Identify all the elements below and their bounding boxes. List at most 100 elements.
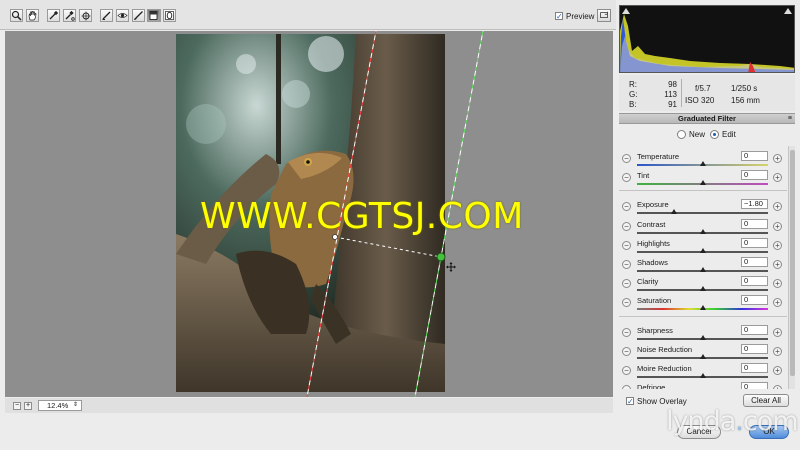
zoom-tool[interactable] bbox=[10, 9, 23, 22]
exposure-slider-thumb[interactable] bbox=[670, 209, 677, 214]
radial-filter-tool[interactable] bbox=[163, 9, 176, 22]
moire-reduction-slider-track[interactable] bbox=[637, 373, 768, 378]
clarity-minus-icon[interactable]: − bbox=[622, 279, 631, 288]
noise-reduction-plus-icon[interactable]: + bbox=[773, 347, 782, 356]
shadows-value-field[interactable]: 0 bbox=[741, 257, 768, 267]
highlights-minus-icon[interactable]: − bbox=[622, 241, 631, 250]
noise-reduction-slider-track[interactable] bbox=[637, 354, 768, 359]
defringe-plus-icon[interactable]: + bbox=[773, 385, 782, 389]
clarity-value-field[interactable]: 0 bbox=[741, 276, 768, 286]
rgb-exif-readout: R: 98 G: 113 B: 91 f/5.7 1/250 s ISO 320 15… bbox=[619, 75, 795, 111]
clarity-slider-track[interactable] bbox=[637, 286, 768, 291]
moire-reduction-plus-icon[interactable]: + bbox=[773, 366, 782, 375]
focal-length-value: 156 mm bbox=[731, 96, 760, 105]
shadows-slider-track[interactable] bbox=[637, 267, 768, 272]
saturation-value-field[interactable]: 0 bbox=[741, 295, 768, 305]
contrast-slider-thumb[interactable] bbox=[699, 229, 706, 234]
zoom-out-button[interactable]: − bbox=[13, 402, 21, 410]
color-sampler-icon bbox=[65, 10, 75, 21]
zoom-icon bbox=[11, 10, 22, 21]
saturation-plus-icon[interactable]: + bbox=[773, 298, 782, 307]
highlights-slider-thumb[interactable] bbox=[699, 248, 706, 253]
highlights-slider-track[interactable] bbox=[637, 248, 768, 253]
tint-slider-track[interactable] bbox=[637, 180, 768, 185]
color-sampler-tool[interactable] bbox=[63, 9, 76, 22]
hand-tool[interactable] bbox=[26, 9, 39, 22]
g-value: 113 bbox=[664, 90, 677, 99]
move-cursor-icon bbox=[446, 262, 456, 272]
exposure-value-field[interactable]: −1.80 bbox=[741, 199, 768, 209]
temperature-slider-track[interactable] bbox=[637, 161, 768, 166]
sharpness-plus-icon[interactable]: + bbox=[773, 328, 782, 337]
mode-selector: New Edit bbox=[619, 126, 795, 144]
aperture-value: f/5.7 bbox=[695, 84, 711, 93]
sharpness-slider-thumb[interactable] bbox=[699, 335, 706, 340]
tint-slider-thumb[interactable] bbox=[699, 180, 706, 185]
sharpness-slider-track[interactable] bbox=[637, 335, 768, 340]
mode-new-radio[interactable] bbox=[677, 130, 686, 139]
highlights-value-field[interactable]: 0 bbox=[741, 238, 768, 248]
temperature-minus-icon[interactable]: − bbox=[622, 154, 631, 163]
panel-menu-icon[interactable]: ≡ bbox=[788, 114, 792, 123]
tint-plus-icon[interactable]: + bbox=[773, 173, 782, 182]
saturation-minus-icon[interactable]: − bbox=[622, 298, 631, 307]
straighten-tool[interactable] bbox=[100, 9, 113, 22]
adjustment-brush-tool[interactable] bbox=[132, 9, 145, 22]
temperature-value-field[interactable]: 0 bbox=[741, 151, 768, 161]
temperature-plus-icon[interactable]: + bbox=[773, 154, 782, 163]
shadows-plus-icon[interactable]: + bbox=[773, 260, 782, 269]
white-balance-tool[interactable] bbox=[47, 9, 60, 22]
shadows-minus-icon[interactable]: − bbox=[622, 260, 631, 269]
exposure-slider-track[interactable] bbox=[637, 209, 768, 214]
slider-row-tint: − Tint 0 + bbox=[619, 169, 787, 188]
moire-reduction-slider-thumb[interactable] bbox=[699, 373, 706, 378]
noise-reduction-minus-icon[interactable]: − bbox=[622, 347, 631, 356]
temperature-slider-thumb[interactable] bbox=[699, 161, 706, 166]
contrast-plus-icon[interactable]: + bbox=[773, 222, 782, 231]
sharpness-value-field[interactable]: 0 bbox=[741, 325, 768, 335]
section-divider bbox=[619, 190, 787, 191]
fullscreen-button[interactable] bbox=[597, 9, 611, 22]
lynda-logo-tail: com bbox=[742, 406, 799, 437]
slider-row-moire-reduction: − Moire Reduction 0 + bbox=[619, 362, 787, 381]
contrast-slider-track[interactable] bbox=[637, 229, 768, 234]
filter-green-pin[interactable] bbox=[436, 252, 446, 262]
white-balance-icon bbox=[49, 10, 59, 20]
tint-value-field[interactable]: 0 bbox=[741, 170, 768, 180]
hand-icon bbox=[28, 11, 37, 21]
red-eye-tool[interactable] bbox=[116, 9, 129, 22]
defringe-value-field[interactable]: 0 bbox=[741, 382, 768, 389]
targeted-adjustment-tool[interactable] bbox=[79, 9, 92, 22]
clarity-plus-icon[interactable]: + bbox=[773, 279, 782, 288]
graduated-filter-tool[interactable] bbox=[147, 9, 160, 22]
tint-minus-icon[interactable]: − bbox=[622, 173, 631, 182]
panel-title-text: Graduated Filter bbox=[678, 114, 736, 123]
clarity-slider-thumb[interactable] bbox=[699, 286, 706, 291]
panel-scrollbar[interactable] bbox=[788, 146, 795, 389]
highlight-clipping-warning-icon[interactable] bbox=[784, 8, 792, 14]
highlights-plus-icon[interactable]: + bbox=[773, 241, 782, 250]
shadow-clipping-warning-icon[interactable] bbox=[622, 8, 630, 14]
noise-reduction-value-field[interactable]: 0 bbox=[741, 344, 768, 354]
noise-reduction-slider-thumb[interactable] bbox=[699, 354, 706, 359]
show-overlay-checkbox[interactable]: ✓ bbox=[626, 397, 634, 406]
saturation-slider-track[interactable] bbox=[637, 305, 768, 310]
zoom-in-button[interactable]: + bbox=[24, 402, 32, 410]
shadows-slider-thumb[interactable] bbox=[699, 267, 706, 272]
show-overlay-label: Show Overlay bbox=[637, 397, 687, 406]
exposure-plus-icon[interactable]: + bbox=[773, 202, 782, 211]
contrast-minus-icon[interactable]: − bbox=[622, 222, 631, 231]
sharpness-minus-icon[interactable]: − bbox=[622, 328, 631, 337]
scrollbar-thumb[interactable] bbox=[790, 150, 795, 376]
preview-checkbox[interactable]: ✓ bbox=[555, 12, 563, 21]
zoom-level-select[interactable]: 12.4% ⇕ bbox=[38, 400, 82, 411]
tint-label: Tint bbox=[637, 171, 650, 180]
exposure-minus-icon[interactable]: − bbox=[622, 202, 631, 211]
moire-reduction-value-field[interactable]: 0 bbox=[741, 363, 768, 373]
moire-reduction-minus-icon[interactable]: − bbox=[622, 366, 631, 375]
saturation-slider-thumb[interactable] bbox=[699, 305, 706, 310]
mode-edit-radio[interactable] bbox=[710, 130, 719, 139]
contrast-value-field[interactable]: 0 bbox=[741, 219, 768, 229]
exposure-label: Exposure bbox=[637, 200, 669, 209]
defringe-minus-icon[interactable]: − bbox=[622, 385, 631, 389]
